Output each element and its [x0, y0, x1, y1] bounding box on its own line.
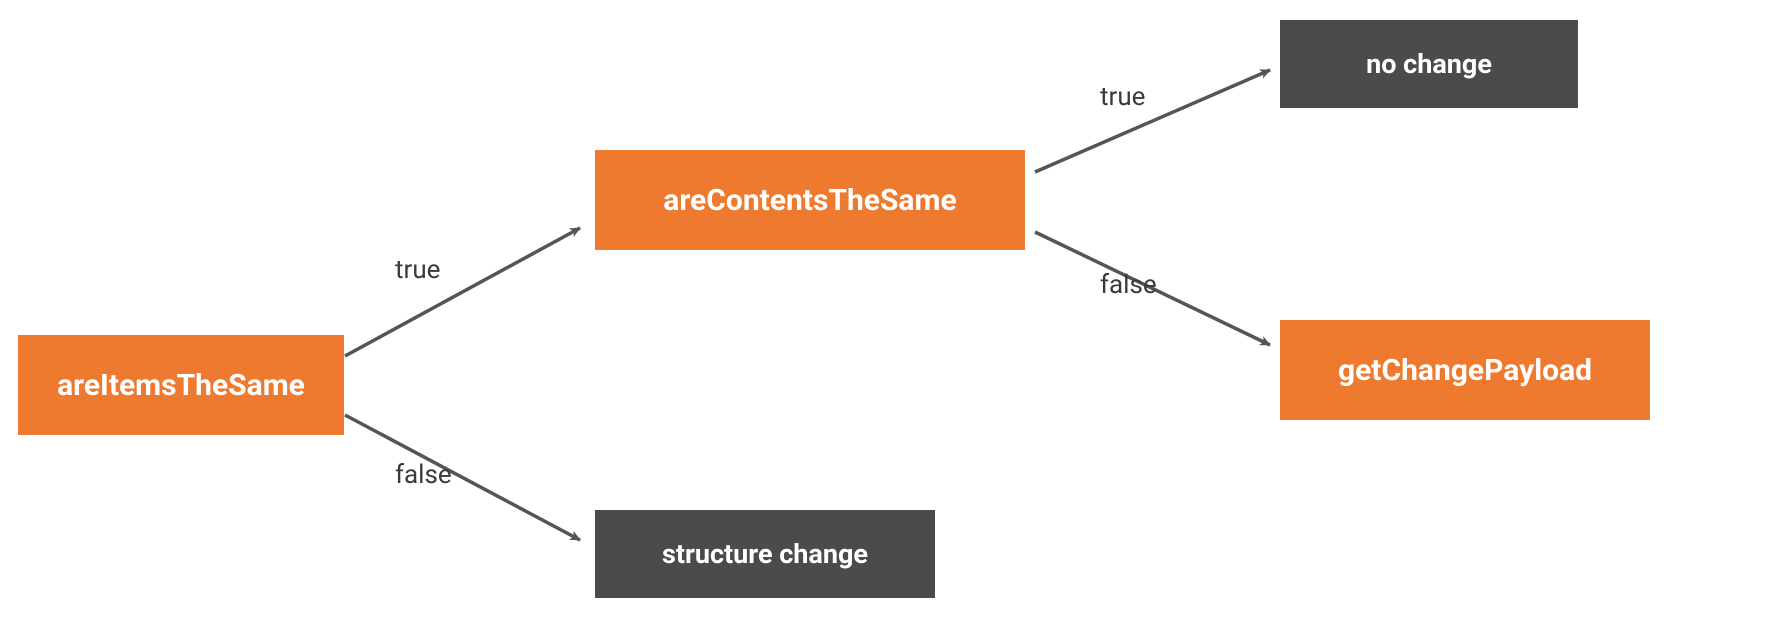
node-are-items-the-same: areItemsTheSame	[18, 335, 344, 435]
edge-items-false	[345, 415, 580, 540]
node-get-change-payload: getChangePayload	[1280, 320, 1650, 420]
node-structure-change: structure change	[595, 510, 935, 598]
edge-label-contents-true: true	[1100, 82, 1145, 112]
edge-label-contents-false: false	[1100, 270, 1157, 300]
node-are-contents-the-same: areContentsTheSame	[595, 150, 1025, 250]
edge-contents-true	[1035, 70, 1270, 172]
edge-items-true	[345, 228, 580, 356]
node-no-change: no change	[1280, 20, 1578, 108]
edge-label-items-true: true	[395, 255, 440, 285]
edge-label-items-false: false	[395, 460, 452, 490]
